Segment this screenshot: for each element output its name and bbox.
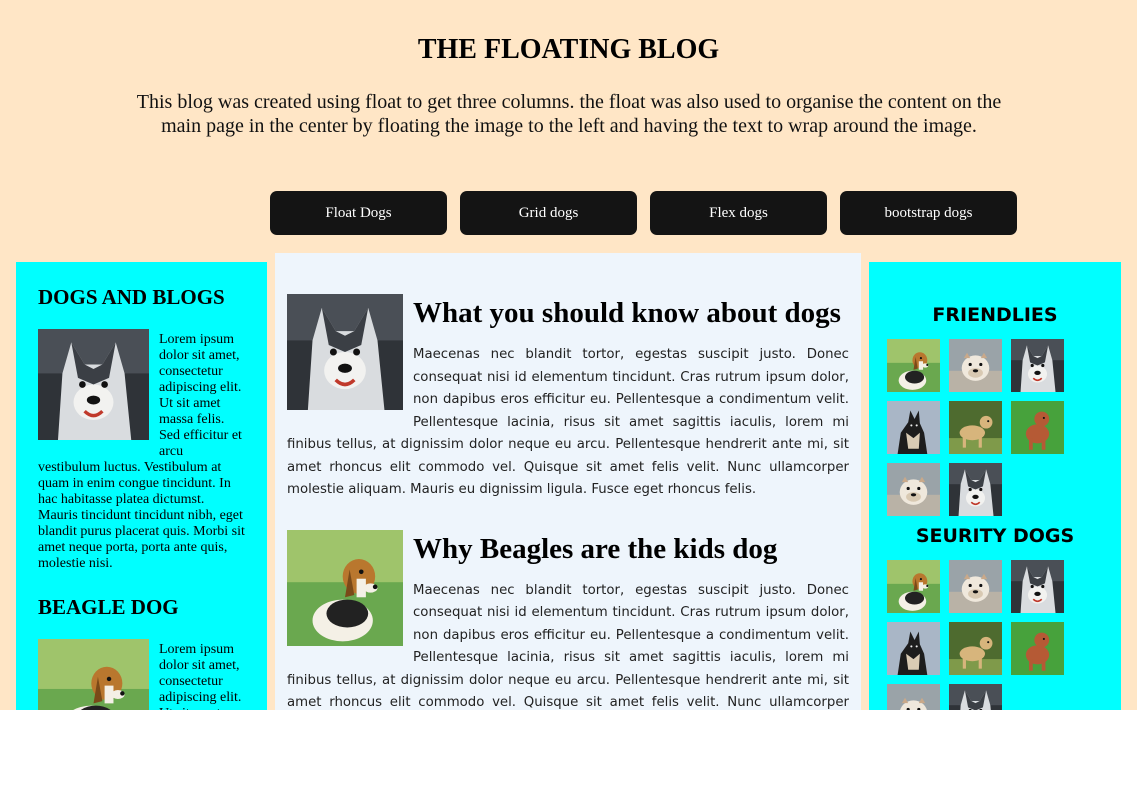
blog-post: What you should know about dogs Maecenas… (287, 294, 849, 502)
site-intro: This blog was created using float to get… (136, 91, 1002, 137)
dog-gallery (887, 339, 1121, 516)
site-title: THE FLOATING BLOG (417, 34, 720, 65)
husky-thumbnail[interactable] (949, 463, 1002, 516)
labradoodle-thumbnail[interactable] (949, 401, 1002, 454)
beagle-thumbnail[interactable] (887, 560, 940, 613)
labradoodle-thumbnail[interactable] (949, 622, 1002, 675)
poodle-thumbnail[interactable] (1011, 401, 1064, 454)
husky-image (287, 294, 403, 410)
poodle-thumbnail[interactable] (1011, 622, 1064, 675)
husky-image (38, 318, 149, 451)
husky-thumbnail[interactable] (1011, 339, 1064, 392)
gallery-heading: FRIENDLIES (932, 304, 1058, 326)
page: THE FLOATING BLOG This blog was created … (0, 0, 1137, 710)
bulldog-thumbnail[interactable] (887, 463, 940, 516)
main-content: What you should know about dogs Maecenas… (275, 253, 861, 710)
beagle-image (287, 530, 403, 646)
nav-bar: Float Dogs Grid dogs Flex dogs bootstrap… (270, 191, 1017, 235)
nav-grid-dogs-button[interactable]: Grid dogs (460, 191, 637, 235)
german-shepherd-thumbnail[interactable] (887, 401, 940, 454)
bulldog-thumbnail[interactable] (949, 560, 1002, 613)
sidebar-section: DOGS AND BLOGS Lorem ipsum dolor sit ame… (38, 262, 245, 572)
right-sidebar: FRIENDLIES SEURITY DOGS (869, 262, 1121, 710)
nav-bootstrap-dogs-button[interactable]: bootstrap dogs (840, 191, 1017, 235)
nav-flex-dogs-button[interactable]: Flex dogs (650, 191, 827, 235)
husky-thumbnail[interactable] (1011, 560, 1064, 613)
sidebar-heading: BEAGLE DOG (38, 595, 179, 619)
sidebar-heading: DOGS AND BLOGS (38, 285, 225, 309)
blog-post: Why Beagles are the kids dog Maecenas ne… (287, 530, 849, 710)
husky-thumbnail[interactable] (949, 684, 1002, 710)
sidebar-section: BEAGLE DOG Lorem ipsum dolor sit amet, c… (38, 572, 245, 710)
beagle-thumbnail[interactable] (887, 339, 940, 392)
gallery-heading: SEURITY DOGS (915, 525, 1075, 547)
bulldog-thumbnail[interactable] (949, 339, 1002, 392)
nav-float-dogs-button[interactable]: Float Dogs (270, 191, 447, 235)
german-shepherd-thumbnail[interactable] (887, 622, 940, 675)
dog-gallery (887, 560, 1121, 710)
left-sidebar: DOGS AND BLOGS Lorem ipsum dolor sit ame… (16, 262, 267, 710)
bulldog-thumbnail[interactable] (887, 684, 940, 710)
beagle-image (38, 628, 149, 710)
